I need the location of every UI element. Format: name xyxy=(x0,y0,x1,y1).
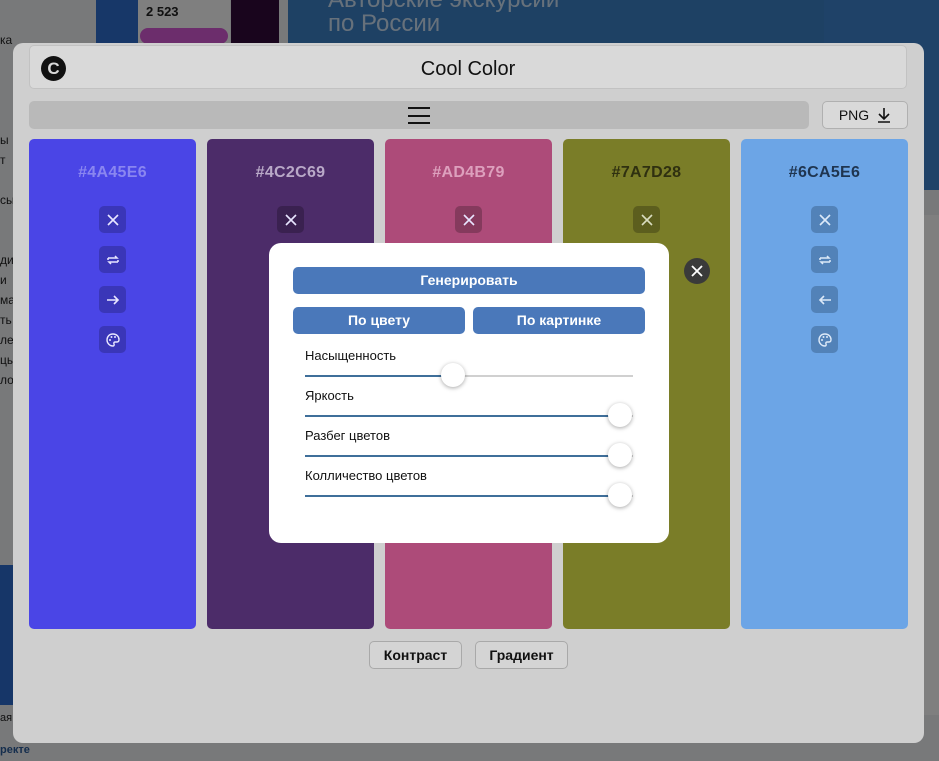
slider-handle[interactable] xyxy=(440,363,465,387)
slider-label: Яркость xyxy=(305,388,354,403)
png-download-button[interactable]: PNG xyxy=(822,101,908,129)
color-hex-label[interactable]: #7A7D28 xyxy=(563,164,730,182)
slider-handle[interactable] xyxy=(607,403,632,427)
color-swatch[interactable]: #4A45E6 xyxy=(29,139,196,629)
slider-track[interactable] xyxy=(305,363,633,387)
color-hex-label[interactable]: #4C2C69 xyxy=(207,164,374,182)
close-icon xyxy=(462,213,475,226)
slider-label: Разбег цветов xyxy=(305,428,390,443)
slider-track[interactable] xyxy=(305,403,633,427)
palette-icon xyxy=(817,332,832,347)
slider-fill xyxy=(305,375,453,377)
hamburger-menu-icon[interactable] xyxy=(408,107,430,124)
color-swatch[interactable]: #6CA5E6 xyxy=(741,139,908,629)
palette-button[interactable] xyxy=(811,326,838,353)
app-header: C Cool Color xyxy=(29,45,907,89)
arrow-left-button[interactable] xyxy=(811,286,838,313)
slider-fill xyxy=(305,415,620,417)
refresh-icon xyxy=(106,254,119,265)
refresh-button[interactable] xyxy=(99,246,126,273)
refresh-icon xyxy=(818,254,831,265)
arrow-right-button[interactable] xyxy=(99,286,126,313)
by-image-button[interactable]: По картинке xyxy=(473,307,645,334)
download-icon xyxy=(878,108,891,123)
close-icon xyxy=(818,213,831,226)
gradient-button[interactable]: Градиент xyxy=(475,641,568,669)
color-hex-label[interactable]: #6CA5E6 xyxy=(741,164,908,182)
color-hex-label[interactable]: #4A45E6 xyxy=(29,164,196,182)
png-download-label: PNG xyxy=(838,107,870,123)
close-icon xyxy=(640,213,653,226)
refresh-button[interactable] xyxy=(811,246,838,273)
contrast-button[interactable]: Контраст xyxy=(369,641,462,669)
palette-button[interactable] xyxy=(99,326,126,353)
color-hex-label[interactable]: #AD4B79 xyxy=(385,164,552,182)
slider-label: Насыщенность xyxy=(305,348,397,363)
slider-handle[interactable] xyxy=(607,443,632,467)
menu-bar[interactable] xyxy=(29,101,809,129)
close-button[interactable] xyxy=(277,206,304,233)
slider-track[interactable] xyxy=(305,483,633,507)
arrow-right-icon xyxy=(106,294,119,305)
close-button[interactable] xyxy=(455,206,482,233)
close-icon xyxy=(691,265,703,277)
slider-track[interactable] xyxy=(305,443,633,467)
by-color-button[interactable]: По цвету xyxy=(293,307,465,334)
palette-icon xyxy=(105,332,120,347)
close-button[interactable] xyxy=(99,206,126,233)
slider-fill xyxy=(305,495,620,497)
close-icon xyxy=(106,213,119,226)
close-button[interactable] xyxy=(811,206,838,233)
close-icon xyxy=(284,213,297,226)
app-title: Cool Color xyxy=(420,58,516,80)
generator-dialog: Генерировать По цвету По картинке Насыще… xyxy=(269,243,669,543)
slider-fill xyxy=(305,455,620,457)
slider-label: Колличество цветов xyxy=(305,468,427,483)
slider-handle[interactable] xyxy=(607,483,632,507)
close-dialog-button[interactable] xyxy=(684,258,710,284)
generate-button[interactable]: Генерировать xyxy=(293,267,645,294)
arrow-left-icon xyxy=(818,294,831,305)
close-button[interactable] xyxy=(633,206,660,233)
